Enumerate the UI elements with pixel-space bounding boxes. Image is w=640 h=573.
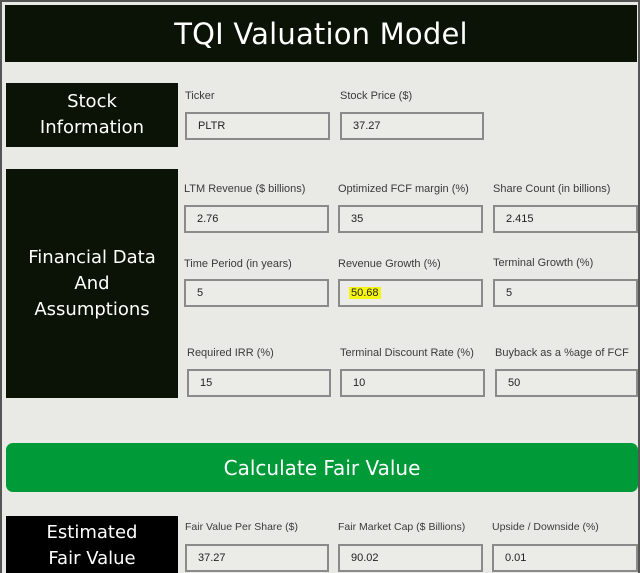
terminal-discount-input[interactable]: 10: [340, 369, 485, 397]
revenue-growth-label: Revenue Growth (%): [338, 258, 441, 270]
section-label-line: Financial Data: [28, 246, 156, 268]
revenue-growth-value-highlighted: 50.68: [349, 287, 381, 299]
fair-value-per-share-output: 37.27: [185, 544, 329, 572]
required-irr-value: 15: [200, 377, 213, 389]
time-period-label: Time Period (in years): [184, 258, 292, 270]
time-period-value: 5: [197, 287, 204, 299]
buyback-input[interactable]: 50: [495, 369, 638, 397]
terminal-growth-input[interactable]: 5: [493, 279, 638, 307]
upside-downside-output: 0.01: [492, 544, 638, 572]
share-count-label: Share Count (in billions): [493, 183, 611, 195]
fcf-margin-input[interactable]: 35: [338, 205, 483, 233]
ticker-input[interactable]: PLTR: [185, 112, 330, 140]
share-count-value: 2.415: [506, 213, 534, 225]
ltm-revenue-value: 2.76: [197, 213, 219, 225]
time-period-input[interactable]: 5: [184, 279, 329, 307]
fair-market-cap-value: 90.02: [351, 552, 379, 564]
buyback-label: Buyback as a %age of FCF: [495, 347, 629, 359]
terminal-discount-label: Terminal Discount Rate (%): [340, 347, 474, 359]
ltm-revenue-label: LTM Revenue ($ billions): [184, 183, 306, 195]
stock-price-label: Stock Price ($): [340, 90, 413, 102]
upside-downside-value: 0.01: [505, 552, 527, 564]
section-label-line: Stock: [67, 91, 117, 112]
fcf-margin-value: 35: [351, 213, 364, 225]
stock-price-value: 37.27: [353, 120, 381, 132]
fair-market-cap-output: 90.02: [338, 544, 483, 572]
calculate-fair-value-button[interactable]: Calculate Fair Value: [6, 443, 638, 492]
fair-value-per-share-value: 37.27: [198, 552, 226, 564]
section-label-estimated-fair-value: Estimated Fair Value: [6, 516, 178, 573]
terminal-growth-label: Terminal Growth (%): [493, 257, 594, 269]
section-label-financial-data: Financial Data And Assumptions: [6, 169, 178, 398]
section-label-line: Fair Value: [48, 547, 136, 569]
section-label-line: Assumptions: [34, 298, 150, 320]
fair-value-per-share-label: Fair Value Per Share ($): [185, 521, 299, 533]
section-label-line: Information: [39, 117, 145, 138]
fair-market-cap-label: Fair Market Cap ($ Billions): [338, 521, 466, 533]
required-irr-label: Required IRR (%): [187, 347, 274, 359]
revenue-growth-input[interactable]: 50.68: [338, 279, 483, 307]
stock-price-input[interactable]: 37.27: [340, 112, 484, 140]
section-label-line: Estimated: [46, 521, 138, 543]
terminal-growth-value: 5: [506, 287, 513, 299]
ticker-value: PLTR: [198, 120, 226, 132]
page-title-text: TQI Valuation Model: [174, 16, 468, 51]
ticker-label: Ticker: [185, 90, 215, 102]
fcf-margin-label: Optimized FCF margin (%): [338, 183, 469, 195]
calculate-button-label: Calculate Fair Value: [223, 455, 421, 480]
section-label-line: And: [74, 272, 110, 294]
required-irr-input[interactable]: 15: [187, 369, 331, 397]
buyback-value: 50: [508, 377, 521, 389]
section-label-stock-information: Stock Information: [6, 83, 178, 147]
page-title: TQI Valuation Model: [5, 5, 637, 62]
upside-downside-label: Upside / Downside (%): [492, 521, 599, 533]
terminal-discount-value: 10: [353, 377, 366, 389]
ltm-revenue-input[interactable]: 2.76: [184, 205, 329, 233]
share-count-input[interactable]: 2.415: [493, 205, 638, 233]
